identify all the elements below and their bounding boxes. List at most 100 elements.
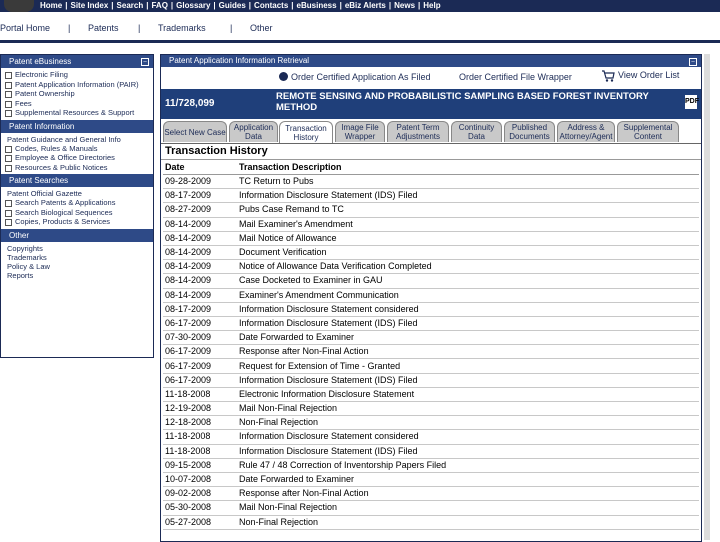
sidebar-link-label: Search Biological Sequences (15, 207, 113, 217)
transaction-description: Response after Non-Final Action (237, 344, 699, 360)
nav-separator: | (339, 1, 342, 10)
order-bar: Order Certified Application As Filed Ord… (161, 67, 701, 89)
sidebar-link[interactable]: Patent Guidance and General Info (5, 135, 149, 144)
top-nav-link[interactable]: News (394, 1, 415, 10)
tab-4[interactable]: Patent Term Adjustments (387, 121, 449, 142)
tab-0[interactable]: Select New Case (163, 121, 227, 142)
nav-separator: | (111, 1, 114, 10)
transaction-date: 07-30-2009 (163, 330, 237, 346)
sidebar-link[interactable]: Copyrights (5, 244, 149, 253)
transaction-date: 12-18-2008 (163, 415, 237, 431)
table-row: 08-14-2009 Mail Examiner's Amendment (163, 217, 699, 232)
table-row: 08-17-2009 Information Disclosure Stateme… (163, 302, 699, 317)
transaction-date: 08-14-2009 (163, 245, 237, 261)
transaction-date: 12-19-2008 (163, 401, 237, 417)
transaction-date: 08-17-2009 (163, 188, 237, 204)
transaction-date: 11-18-2008 (163, 429, 237, 445)
sidebar-link[interactable]: Fees (5, 99, 149, 109)
transaction-date: 08-14-2009 (163, 217, 237, 232)
transaction-description: Information Disclosure Statement (IDS) F… (237, 444, 699, 459)
secondary-nav-link[interactable]: Trademarks (158, 23, 206, 33)
sidebar-link[interactable]: Patent Ownership (5, 89, 149, 99)
tab-2[interactable]: Transaction History (279, 121, 333, 143)
sidebar-link[interactable]: Reports (5, 271, 149, 280)
table-row: 05-30-2008 Mail Non-Final Rejection (163, 500, 699, 516)
table-row: 09-28-2009 TC Return to Pubs (163, 174, 699, 190)
minimize-icon[interactable]: – (141, 58, 149, 66)
table-row: 12-19-2008 Mail Non-Final Rejection (163, 401, 699, 417)
sidebar-link[interactable]: Search Biological Sequences (5, 208, 149, 218)
sidebar-link[interactable]: Patent Application Information (PAIR) (5, 80, 149, 90)
transaction-description: TC Return to Pubs (237, 174, 699, 190)
agency-seal-icon (4, 0, 34, 12)
checkbox-icon (5, 209, 12, 217)
top-nav-link[interactable]: Glossary (176, 1, 210, 10)
sidebar-link[interactable]: Search Patents & Applications (5, 198, 149, 208)
top-nav-link[interactable]: Contacts (254, 1, 288, 10)
sidebar-link[interactable]: Patent Official Gazette (5, 189, 149, 198)
top-nav-link[interactable]: Site Index (70, 1, 108, 10)
transaction-description: Request for Extension of Time - Granted (237, 358, 699, 374)
top-nav-link[interactable]: FAQ (151, 1, 167, 10)
sidebar-link[interactable]: Copies, Products & Services (5, 217, 149, 227)
secondary-nav-link[interactable]: Portal Home (0, 23, 50, 33)
nav-separator: | (213, 1, 216, 10)
top-nav-link[interactable]: Guides (219, 1, 246, 10)
nav-separator: | (248, 1, 252, 10)
top-nav-link[interactable]: Search (117, 1, 144, 10)
sidebar-link[interactable]: Policy & Law (5, 262, 149, 271)
sidebar-link[interactable]: Supplemental Resources & Support (5, 108, 149, 118)
table-row: 08-14-2009 Case Docketed to Examiner in G… (163, 273, 699, 289)
checkbox-icon (5, 81, 12, 89)
secondary-nav-link[interactable]: Patents (88, 23, 119, 33)
sidebar-link-label: Supplemental Resources & Support (15, 108, 135, 117)
sidebar-list-searches: Patent Official Gazette Search Patents & … (1, 187, 153, 229)
order-certified-wrapper-link[interactable]: Order Certified File Wrapper (459, 72, 572, 82)
sidebar-section-header-info: Patent Information (1, 119, 153, 133)
sidebar-link-label: Employee & Office Directories (15, 153, 115, 162)
tab-3[interactable]: Image File Wrapper (335, 121, 385, 142)
shopping-cart-icon[interactable] (601, 70, 615, 82)
transaction-date: 08-14-2009 (163, 273, 237, 289)
sidebar-link[interactable]: Resources & Public Notices (5, 163, 149, 173)
sidebar-link[interactable]: Trademarks (5, 253, 149, 262)
table-row: 07-30-2009 Date Forwarded to Examiner (163, 330, 699, 346)
order-certified-application-link[interactable]: Order Certified Application As Filed (291, 72, 431, 82)
sidebar-link[interactable]: Electronic Filing (5, 70, 149, 80)
order-icon (279, 72, 288, 81)
transaction-description: Document Verification (237, 245, 699, 261)
top-nav-link[interactable]: Home (40, 1, 62, 10)
sidebar-list-ebusiness: Electronic Filing Patent Application Info… (1, 68, 153, 120)
table-row: 08-14-2009 Examiner's Amendment Communica… (163, 288, 699, 303)
nav-separator: | (388, 1, 392, 10)
transaction-date: 08-17-2009 (163, 302, 237, 317)
transaction-description: Examiner's Amendment Communication (237, 288, 699, 303)
checkbox-icon (5, 110, 12, 117)
transaction-description: Date Forwarded to Examiner (237, 472, 699, 488)
sidebar-link[interactable]: Codes, Rules & Manuals (5, 144, 149, 154)
transaction-table: Date Transaction Description 09-28-2009 T… (163, 160, 699, 530)
view-order-list-link[interactable]: View Order List (618, 70, 679, 80)
top-nav-link[interactable]: eBiz Alerts (345, 1, 386, 10)
table-row: 11-18-2008 Electronic Information Disclos… (163, 387, 699, 403)
tab-6[interactable]: Published Documents (504, 121, 555, 142)
top-nav-link[interactable]: eBusiness (297, 1, 337, 10)
transaction-description: Electronic Information Disclosure Statem… (237, 387, 699, 403)
scrollbar-track[interactable] (704, 54, 710, 540)
table-row: 08-14-2009 Notice of Allowance Data Verif… (163, 259, 699, 275)
tab-5[interactable]: Continuity Data (451, 121, 502, 142)
tab-1[interactable]: Application Data (229, 121, 278, 142)
sidebar-link[interactable]: Employee & Office Directories (5, 153, 149, 163)
tab-7[interactable]: Address & Attorney/Agent (557, 121, 615, 142)
minimize-icon[interactable]: – (689, 58, 697, 66)
checkbox-icon (5, 164, 12, 172)
tab-8[interactable]: Supplemental Content (617, 121, 679, 142)
secondary-nav-link[interactable]: Other (250, 23, 273, 33)
transaction-date: 10-07-2008 (163, 472, 237, 488)
transaction-date: 06-17-2009 (163, 358, 237, 374)
pdf-icon[interactable]: PDF (685, 95, 699, 109)
top-nav-link[interactable]: Help (423, 1, 440, 10)
sidebar-link-label: Electronic Filing (15, 70, 68, 79)
sidebar-section-title: Patent eBusiness (9, 57, 72, 66)
secondary-navigation: Portal Home | Patents | Trademarks | Other (0, 18, 720, 43)
